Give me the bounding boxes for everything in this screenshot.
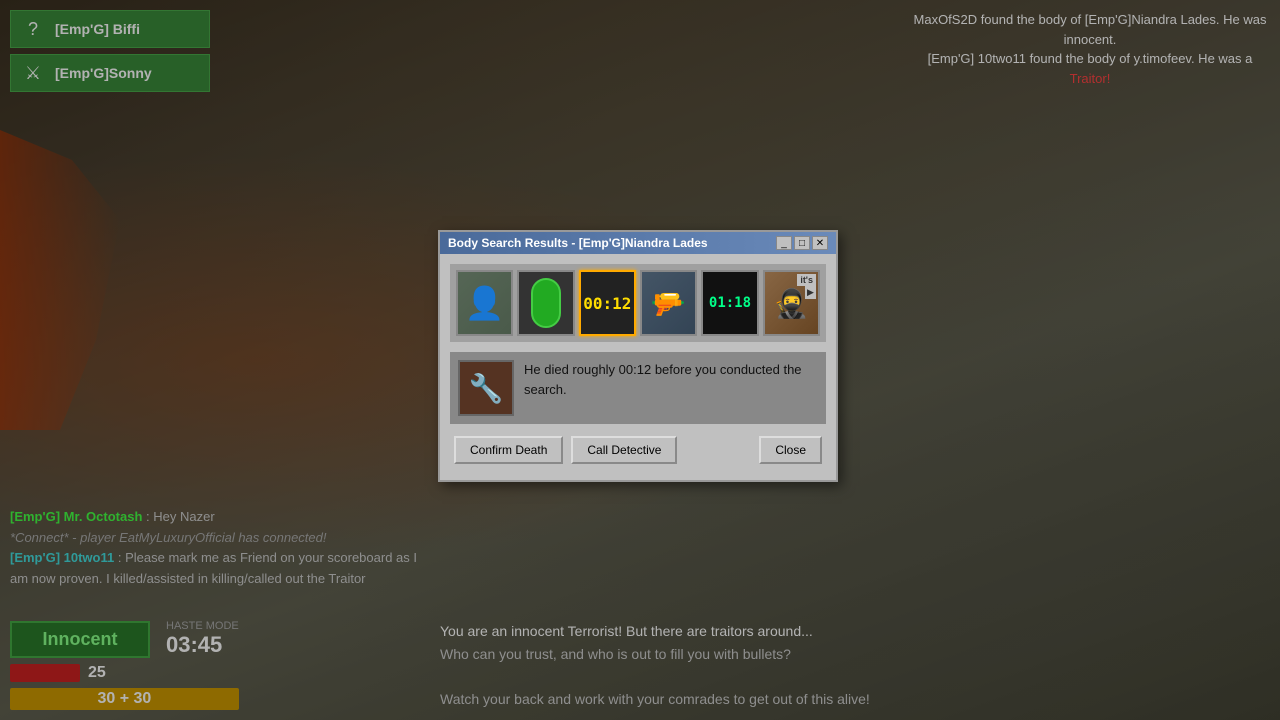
evidence-timer-1[interactable]: 00:12	[579, 270, 636, 336]
dialog-actions: Confirm Death Call Detective Close	[450, 436, 826, 470]
dialog-title: Body Search Results - [Emp'G]Niandra Lad…	[448, 236, 708, 250]
timer-2-value: 01:18	[709, 295, 751, 311]
dialog-close-x-button[interactable]: ✕	[812, 236, 828, 250]
info-text: He died roughly 00:12 before you conduct…	[524, 360, 818, 416]
dialog-body: 00:12 01:18 🥷 it's ▶ 🔧 He died roughly 0…	[440, 254, 836, 480]
evidence-face[interactable]	[456, 270, 513, 336]
info-icon: 🔧	[458, 360, 514, 416]
call-detective-button[interactable]: Call Detective	[571, 436, 677, 464]
body-search-dialog: Body Search Results - [Emp'G]Niandra Lad…	[438, 230, 838, 482]
dialog-titlebar: Body Search Results - [Emp'G]Niandra Lad…	[440, 232, 836, 254]
dialog-window-controls: _ □ ✕	[776, 236, 828, 250]
timer-1-value: 00:12	[583, 294, 631, 313]
evidence-timer-2[interactable]: 01:18	[701, 270, 758, 336]
evidence-masked[interactable]: 🥷 it's ▶	[763, 270, 820, 336]
evidence-rifle[interactable]	[640, 270, 697, 336]
info-panel: 🔧 He died roughly 00:12 before you condu…	[450, 352, 826, 424]
confirm-death-button[interactable]: Confirm Death	[454, 436, 563, 464]
evidence-green-pill[interactable]	[517, 270, 574, 336]
close-button[interactable]: Close	[759, 436, 822, 464]
minimize-button[interactable]: _	[776, 236, 792, 250]
evidence-row: 00:12 01:18 🥷 it's ▶	[450, 264, 826, 342]
masked-badge: it's	[797, 274, 816, 286]
green-pill-inner	[531, 278, 561, 328]
maximize-button[interactable]: □	[794, 236, 810, 250]
